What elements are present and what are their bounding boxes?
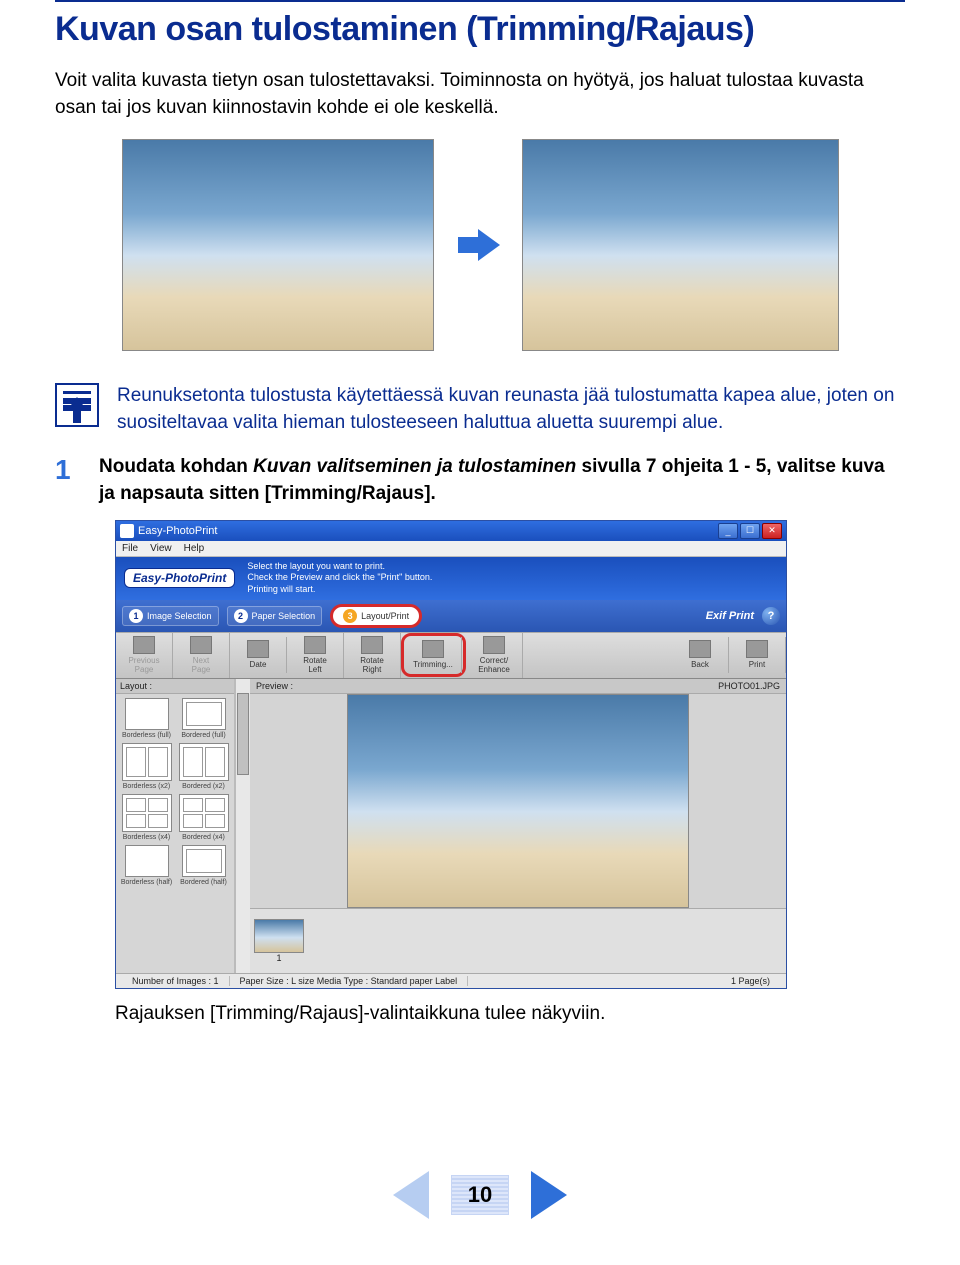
rotate-right-icon	[361, 636, 383, 654]
intro-paragraph: Voit valita kuvasta tietyn osan tulostet…	[55, 68, 905, 121]
wizard-step-image-selection[interactable]: 1 Image Selection	[122, 606, 219, 626]
help-button[interactable]: ?	[762, 607, 780, 625]
wizard-label-2: Paper Selection	[252, 611, 316, 621]
preview-label: Preview :	[256, 681, 293, 691]
step-text: Noudata kohdan Kuvan valitseminen ja tul…	[99, 454, 905, 507]
layout-label: Layout :	[116, 679, 234, 694]
app-window: Easy-PhotoPrint _ ☐ ✕ File View Help Eas…	[115, 520, 787, 989]
rotate-left-icon	[304, 636, 326, 654]
tool-trimming[interactable]: Trimming...	[405, 637, 462, 673]
statusbar: Number of Images : 1 Paper Size : L size…	[116, 973, 786, 988]
step-number: 1	[55, 454, 79, 486]
status-paper: Paper Size : L size Media Type : Standar…	[230, 976, 469, 986]
layout-borderless-full[interactable]: Borderless (full)	[120, 698, 173, 739]
minimize-button[interactable]: _	[718, 523, 738, 539]
menu-help[interactable]: Help	[184, 543, 205, 554]
tool-previous-page: Previous Page	[116, 633, 173, 678]
wizard-label-3: Layout/Print	[361, 611, 409, 621]
tool-rotate-left[interactable]: Rotate Left	[287, 633, 344, 678]
layout-bordered-x2[interactable]: Bordered (x2)	[177, 743, 230, 790]
step-prefix: Noudata kohdan	[99, 456, 253, 477]
wizard-num-3: 3	[343, 609, 357, 623]
app-favicon	[120, 524, 134, 538]
layout-bordered-half[interactable]: Bordered (half)	[177, 845, 230, 886]
wizard-num-2: 2	[234, 609, 248, 623]
step-em: Kuvan valitseminen ja tulostaminen	[253, 456, 576, 477]
photo-before	[122, 139, 434, 351]
nav-prev-page[interactable]	[393, 1171, 429, 1219]
tool-correct-enhance[interactable]: Correct/ Enhance	[466, 633, 523, 678]
brand-logo: Easy-PhotoPrint	[124, 568, 235, 588]
exif-print-label: Exif Print	[706, 610, 754, 622]
tool-back[interactable]: Back	[672, 637, 729, 673]
maximize-button[interactable]: ☐	[740, 523, 760, 539]
page-prev-icon	[133, 636, 155, 654]
menubar: File View Help	[116, 541, 786, 557]
back-icon	[689, 640, 711, 658]
note-text: Reunuksetonta tulostusta käytettäessä ku…	[117, 383, 905, 436]
toolbar: Previous Page Next Page Date Rotate Left…	[116, 632, 786, 679]
photo-after	[522, 139, 839, 351]
layout-scrollbar[interactable]	[235, 679, 250, 973]
close-button[interactable]: ✕	[762, 523, 782, 539]
status-images: Number of Images : 1	[122, 976, 230, 986]
page-next-icon	[190, 636, 212, 654]
window-title: Easy-PhotoPrint	[138, 525, 217, 537]
print-icon	[746, 640, 768, 658]
layout-borderless-x4[interactable]: Borderless (x4)	[120, 794, 173, 841]
before-after-row	[55, 139, 905, 351]
thumbnail-strip: 1	[250, 908, 786, 973]
wizard-step-layout-print[interactable]: 3 Layout/Print	[330, 604, 422, 628]
wand-icon	[483, 636, 505, 654]
layout-borderless-x2[interactable]: Borderless (x2)	[120, 743, 173, 790]
thumbnail-number: 1	[276, 953, 281, 963]
tool-rotate-right[interactable]: Rotate Right	[344, 633, 401, 678]
menu-view[interactable]: View	[150, 543, 172, 554]
layout-bordered-full[interactable]: Bordered (full)	[177, 698, 230, 739]
menu-file[interactable]: File	[122, 543, 138, 554]
layout-bordered-x4[interactable]: Bordered (x4)	[177, 794, 230, 841]
nav-next-page[interactable]	[531, 1171, 567, 1219]
brand-instructions: Select the layout you want to print. Che…	[247, 561, 432, 596]
tool-next-page: Next Page	[173, 633, 230, 678]
page-heading: Kuvan osan tulostaminen (Trimming/Rajaus…	[55, 10, 905, 49]
thumbnail-image	[254, 919, 304, 953]
tool-date[interactable]: Date	[230, 637, 287, 673]
caption-text: Rajauksen [Trimming/Rajaus]-valintaikkun…	[115, 1003, 905, 1025]
wizard-num-1: 1	[129, 609, 143, 623]
preview-photo	[347, 694, 689, 908]
layout-borderless-half[interactable]: Borderless (half)	[120, 845, 173, 886]
status-pages: 1 Page(s)	[721, 976, 780, 986]
page-number: 10	[451, 1175, 509, 1215]
wizard-step-paper-selection[interactable]: 2 Paper Selection	[227, 606, 323, 626]
preview-filename: PHOTO01.JPG	[718, 681, 780, 691]
layout-panel: Layout : Borderless (full) Bordered (ful…	[116, 679, 235, 973]
preview-area	[250, 694, 786, 908]
titlebar: Easy-PhotoPrint _ ☐ ✕	[116, 521, 786, 541]
note-icon	[55, 383, 99, 427]
crop-icon	[422, 640, 444, 658]
arrow-right-icon	[458, 225, 498, 265]
tool-trimming-highlight: Trimming...	[401, 633, 466, 677]
wizard-tabs: 1 Image Selection 2 Paper Selection 3 La…	[116, 600, 786, 632]
wizard-label-1: Image Selection	[147, 611, 212, 621]
tool-print[interactable]: Print	[729, 637, 786, 673]
calendar-icon	[247, 640, 269, 658]
thumbnail-1[interactable]: 1	[254, 919, 304, 963]
